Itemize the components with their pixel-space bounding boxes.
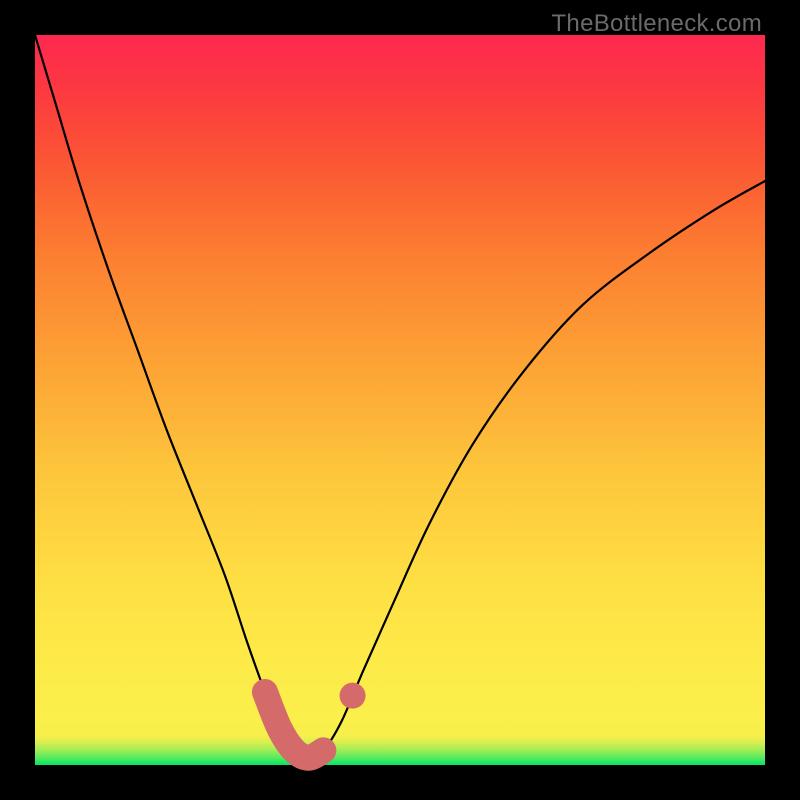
highlight-dot [340, 683, 366, 709]
highlight-segment [265, 692, 323, 758]
watermark-text: TheBottleneck.com [551, 10, 762, 38]
bottleneck-curve [35, 35, 765, 758]
plot-area [35, 35, 765, 765]
chart-container: TheBottleneck.com [0, 0, 800, 800]
curve-svg [35, 35, 765, 765]
